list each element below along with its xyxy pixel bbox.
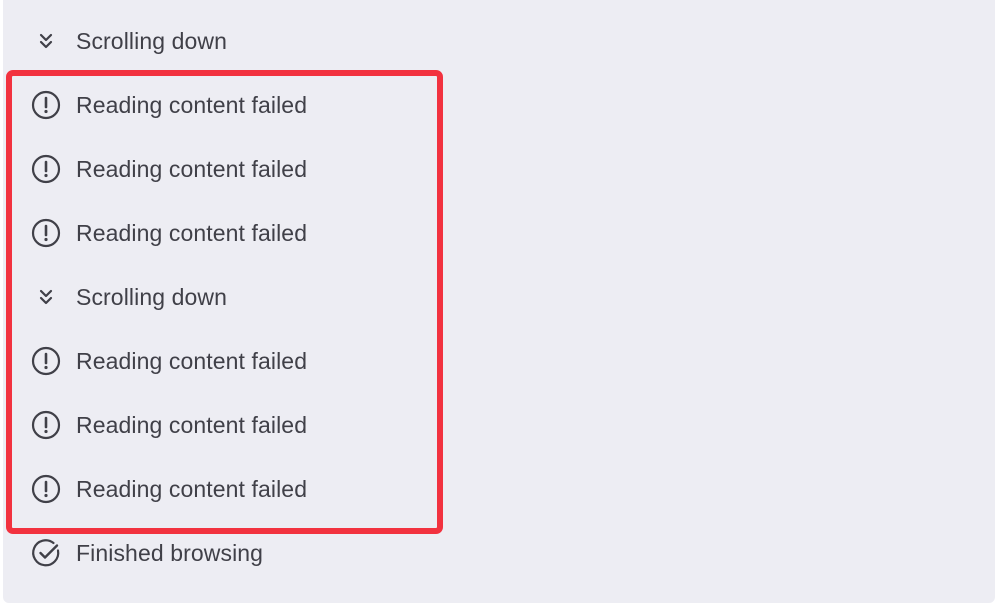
alert-circle-icon bbox=[29, 344, 63, 378]
step-reading-failed: Reading content failed bbox=[29, 149, 307, 189]
step-reading-failed: Reading content failed bbox=[29, 213, 307, 253]
step-label: Finished browsing bbox=[76, 539, 264, 566]
alert-circle-icon bbox=[29, 472, 63, 506]
alert-circle-icon bbox=[29, 408, 63, 442]
step-label: Reading content failed bbox=[76, 475, 308, 502]
check-circle-icon bbox=[29, 536, 63, 570]
browsing-activity-panel: Scrolling down Reading content failed Re… bbox=[3, 0, 995, 603]
step-reading-failed: Reading content failed bbox=[29, 405, 307, 445]
alert-circle-icon bbox=[29, 88, 63, 122]
step-label: Reading content failed bbox=[76, 411, 308, 438]
step-finished-browsing: Finished browsing bbox=[29, 533, 263, 573]
step-label: Scrolling down bbox=[76, 283, 227, 310]
step-label: Reading content failed bbox=[76, 155, 308, 182]
step-reading-failed: Reading content failed bbox=[29, 469, 307, 509]
step-label: Reading content failed bbox=[76, 91, 308, 118]
chevrons-down-icon bbox=[29, 280, 63, 314]
chevrons-down-icon bbox=[29, 24, 63, 58]
step-reading-failed: Reading content failed bbox=[29, 85, 307, 125]
step-reading-failed: Reading content failed bbox=[29, 341, 307, 381]
alert-circle-icon bbox=[29, 216, 63, 250]
step-scrolling-down: Scrolling down bbox=[29, 277, 227, 317]
step-label: Reading content failed bbox=[76, 219, 308, 246]
alert-circle-icon bbox=[29, 152, 63, 186]
step-label: Scrolling down bbox=[76, 27, 227, 54]
step-label: Reading content failed bbox=[76, 347, 308, 374]
step-scrolling-down: Scrolling down bbox=[29, 21, 227, 61]
